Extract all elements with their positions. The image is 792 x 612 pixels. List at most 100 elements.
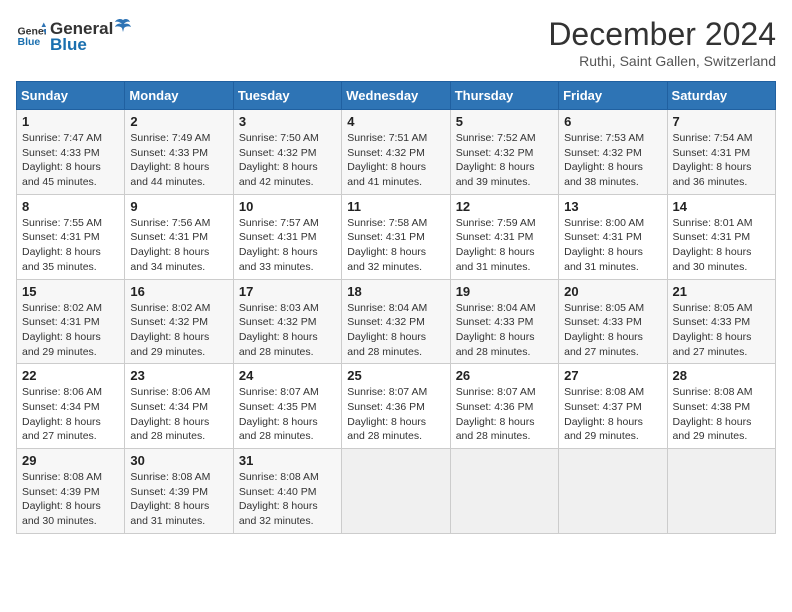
day-info: Sunrise: 7:49 AMSunset: 4:33 PMDaylight:… <box>130 131 227 190</box>
calendar-day-cell: 4 Sunrise: 7:51 AMSunset: 4:32 PMDaylight… <box>342 110 450 195</box>
day-number: 23 <box>130 368 227 383</box>
calendar-day-cell: 31 Sunrise: 8:08 AMSunset: 4:40 PMDayligh… <box>233 449 341 534</box>
day-info: Sunrise: 8:08 AMSunset: 4:40 PMDaylight:… <box>239 470 336 529</box>
day-number: 21 <box>673 284 770 299</box>
day-number: 12 <box>456 199 553 214</box>
title-block: December 2024 Ruthi, Saint Gallen, Switz… <box>548 16 776 69</box>
calendar-day-cell: 21 Sunrise: 8:05 AMSunset: 4:33 PMDayligh… <box>667 279 775 364</box>
day-number: 29 <box>22 453 119 468</box>
day-info: Sunrise: 8:03 AMSunset: 4:32 PMDaylight:… <box>239 301 336 360</box>
weekday-header-saturday: Saturday <box>667 82 775 110</box>
day-info: Sunrise: 7:52 AMSunset: 4:32 PMDaylight:… <box>456 131 553 190</box>
logo-bird-icon <box>114 16 132 34</box>
day-info: Sunrise: 8:08 AMSunset: 4:38 PMDaylight:… <box>673 385 770 444</box>
logo-icon: General Blue <box>16 21 46 51</box>
day-info: Sunrise: 7:51 AMSunset: 4:32 PMDaylight:… <box>347 131 444 190</box>
calendar-title: December 2024 <box>548 16 776 53</box>
day-number: 27 <box>564 368 661 383</box>
calendar-day-cell: 20Sunrise: 8:05 AMSunset: 4:33 PMDayligh… <box>559 279 667 364</box>
calendar-table: SundayMondayTuesdayWednesdayThursdayFrid… <box>16 81 776 534</box>
calendar-day-cell: 2Sunrise: 7:49 AMSunset: 4:33 PMDaylight… <box>125 110 233 195</box>
day-info: Sunrise: 7:55 AMSunset: 4:31 PMDaylight:… <box>22 216 119 275</box>
weekday-header-row: SundayMondayTuesdayWednesdayThursdayFrid… <box>17 82 776 110</box>
weekday-header-thursday: Thursday <box>450 82 558 110</box>
day-number: 31 <box>239 453 336 468</box>
day-number: 4 <box>347 114 444 129</box>
calendar-day-cell <box>667 449 775 534</box>
day-number: 15 <box>22 284 119 299</box>
calendar-subtitle: Ruthi, Saint Gallen, Switzerland <box>548 53 776 69</box>
calendar-day-cell: 13 Sunrise: 8:00 AMSunset: 4:31 PMDayligh… <box>559 194 667 279</box>
day-number: 30 <box>130 453 227 468</box>
calendar-day-cell: 28 Sunrise: 8:08 AMSunset: 4:38 PMDayligh… <box>667 364 775 449</box>
calendar-day-cell: 15 Sunrise: 8:02 AMSunset: 4:31 PMDayligh… <box>17 279 125 364</box>
calendar-week-row: 1Sunrise: 7:47 AMSunset: 4:33 PMDaylight… <box>17 110 776 195</box>
weekday-header-monday: Monday <box>125 82 233 110</box>
calendar-day-cell: 30 Sunrise: 8:08 AMSunset: 4:39 PMDayligh… <box>125 449 233 534</box>
calendar-day-cell: 10 Sunrise: 7:57 AMSunset: 4:31 PMDayligh… <box>233 194 341 279</box>
day-info: Sunrise: 8:07 AMSunset: 4:36 PMDaylight:… <box>347 385 444 444</box>
day-info: Sunrise: 8:08 AMSunset: 4:39 PMDaylight:… <box>130 470 227 529</box>
day-number: 1 <box>22 114 119 129</box>
svg-text:Blue: Blue <box>18 36 41 48</box>
calendar-day-cell: 23 Sunrise: 8:06 AMSunset: 4:34 PMDayligh… <box>125 364 233 449</box>
day-info: Sunrise: 8:02 AMSunset: 4:32 PMDaylight:… <box>130 301 227 360</box>
calendar-day-cell: 12 Sunrise: 7:59 AMSunset: 4:31 PMDayligh… <box>450 194 558 279</box>
day-info: Sunrise: 8:05 AMSunset: 4:33 PMDaylight:… <box>673 301 770 360</box>
day-info: Sunrise: 8:08 AMSunset: 4:39 PMDaylight:… <box>22 470 119 529</box>
day-info: Sunrise: 7:50 AMSunset: 4:32 PMDaylight:… <box>239 131 336 190</box>
calendar-day-cell: 16Sunrise: 8:02 AMSunset: 4:32 PMDayligh… <box>125 279 233 364</box>
calendar-day-cell: 24Sunrise: 8:07 AMSunset: 4:35 PMDayligh… <box>233 364 341 449</box>
calendar-day-cell: 22 Sunrise: 8:06 AMSunset: 4:34 PMDayligh… <box>17 364 125 449</box>
day-info: Sunrise: 7:57 AMSunset: 4:31 PMDaylight:… <box>239 216 336 275</box>
day-info: Sunrise: 8:07 AMSunset: 4:36 PMDaylight:… <box>456 385 553 444</box>
calendar-day-cell: 5 Sunrise: 7:52 AMSunset: 4:32 PMDaylight… <box>450 110 558 195</box>
day-info: Sunrise: 8:00 AMSunset: 4:31 PMDaylight:… <box>564 216 661 275</box>
calendar-week-row: 29 Sunrise: 8:08 AMSunset: 4:39 PMDayligh… <box>17 449 776 534</box>
day-number: 18 <box>347 284 444 299</box>
weekday-header-wednesday: Wednesday <box>342 82 450 110</box>
day-number: 14 <box>673 199 770 214</box>
day-number: 7 <box>673 114 770 129</box>
calendar-week-row: 15 Sunrise: 8:02 AMSunset: 4:31 PMDayligh… <box>17 279 776 364</box>
day-info: Sunrise: 8:01 AMSunset: 4:31 PMDaylight:… <box>673 216 770 275</box>
day-number: 28 <box>673 368 770 383</box>
day-number: 10 <box>239 199 336 214</box>
day-info: Sunrise: 8:06 AMSunset: 4:34 PMDaylight:… <box>22 385 119 444</box>
day-info: Sunrise: 8:02 AMSunset: 4:31 PMDaylight:… <box>22 301 119 360</box>
calendar-day-cell: 6 Sunrise: 7:53 AMSunset: 4:32 PMDaylight… <box>559 110 667 195</box>
day-info: Sunrise: 7:58 AMSunset: 4:31 PMDaylight:… <box>347 216 444 275</box>
day-info: Sunrise: 8:05 AMSunset: 4:33 PMDaylight:… <box>564 301 661 360</box>
day-number: 19 <box>456 284 553 299</box>
calendar-week-row: 22 Sunrise: 8:06 AMSunset: 4:34 PMDayligh… <box>17 364 776 449</box>
calendar-day-cell: 14 Sunrise: 8:01 AMSunset: 4:31 PMDayligh… <box>667 194 775 279</box>
calendar-day-cell: 25Sunrise: 8:07 AMSunset: 4:36 PMDayligh… <box>342 364 450 449</box>
calendar-day-cell: 19 Sunrise: 8:04 AMSunset: 4:33 PMDayligh… <box>450 279 558 364</box>
day-number: 22 <box>22 368 119 383</box>
day-info: Sunrise: 8:04 AMSunset: 4:32 PMDaylight:… <box>347 301 444 360</box>
day-info: Sunrise: 7:59 AMSunset: 4:31 PMDaylight:… <box>456 216 553 275</box>
day-number: 3 <box>239 114 336 129</box>
calendar-day-cell <box>450 449 558 534</box>
day-number: 6 <box>564 114 661 129</box>
day-info: Sunrise: 8:08 AMSunset: 4:37 PMDaylight:… <box>564 385 661 444</box>
weekday-header-sunday: Sunday <box>17 82 125 110</box>
calendar-day-cell <box>342 449 450 534</box>
day-number: 9 <box>130 199 227 214</box>
day-info: Sunrise: 8:04 AMSunset: 4:33 PMDaylight:… <box>456 301 553 360</box>
calendar-day-cell: 27 Sunrise: 8:08 AMSunset: 4:37 PMDayligh… <box>559 364 667 449</box>
day-info: Sunrise: 8:06 AMSunset: 4:34 PMDaylight:… <box>130 385 227 444</box>
calendar-day-cell: 7 Sunrise: 7:54 AMSunset: 4:31 PMDaylight… <box>667 110 775 195</box>
day-info: Sunrise: 7:54 AMSunset: 4:31 PMDaylight:… <box>673 131 770 190</box>
day-number: 13 <box>564 199 661 214</box>
calendar-day-cell: 29 Sunrise: 8:08 AMSunset: 4:39 PMDayligh… <box>17 449 125 534</box>
day-number: 26 <box>456 368 553 383</box>
day-number: 24 <box>239 368 336 383</box>
day-info: Sunrise: 7:53 AMSunset: 4:32 PMDaylight:… <box>564 131 661 190</box>
logo: General Blue General Blue <box>16 16 132 55</box>
day-number: 5 <box>456 114 553 129</box>
calendar-day-cell: 11Sunrise: 7:58 AMSunset: 4:31 PMDayligh… <box>342 194 450 279</box>
calendar-day-cell: 17 Sunrise: 8:03 AMSunset: 4:32 PMDayligh… <box>233 279 341 364</box>
weekday-header-tuesday: Tuesday <box>233 82 341 110</box>
day-number: 17 <box>239 284 336 299</box>
